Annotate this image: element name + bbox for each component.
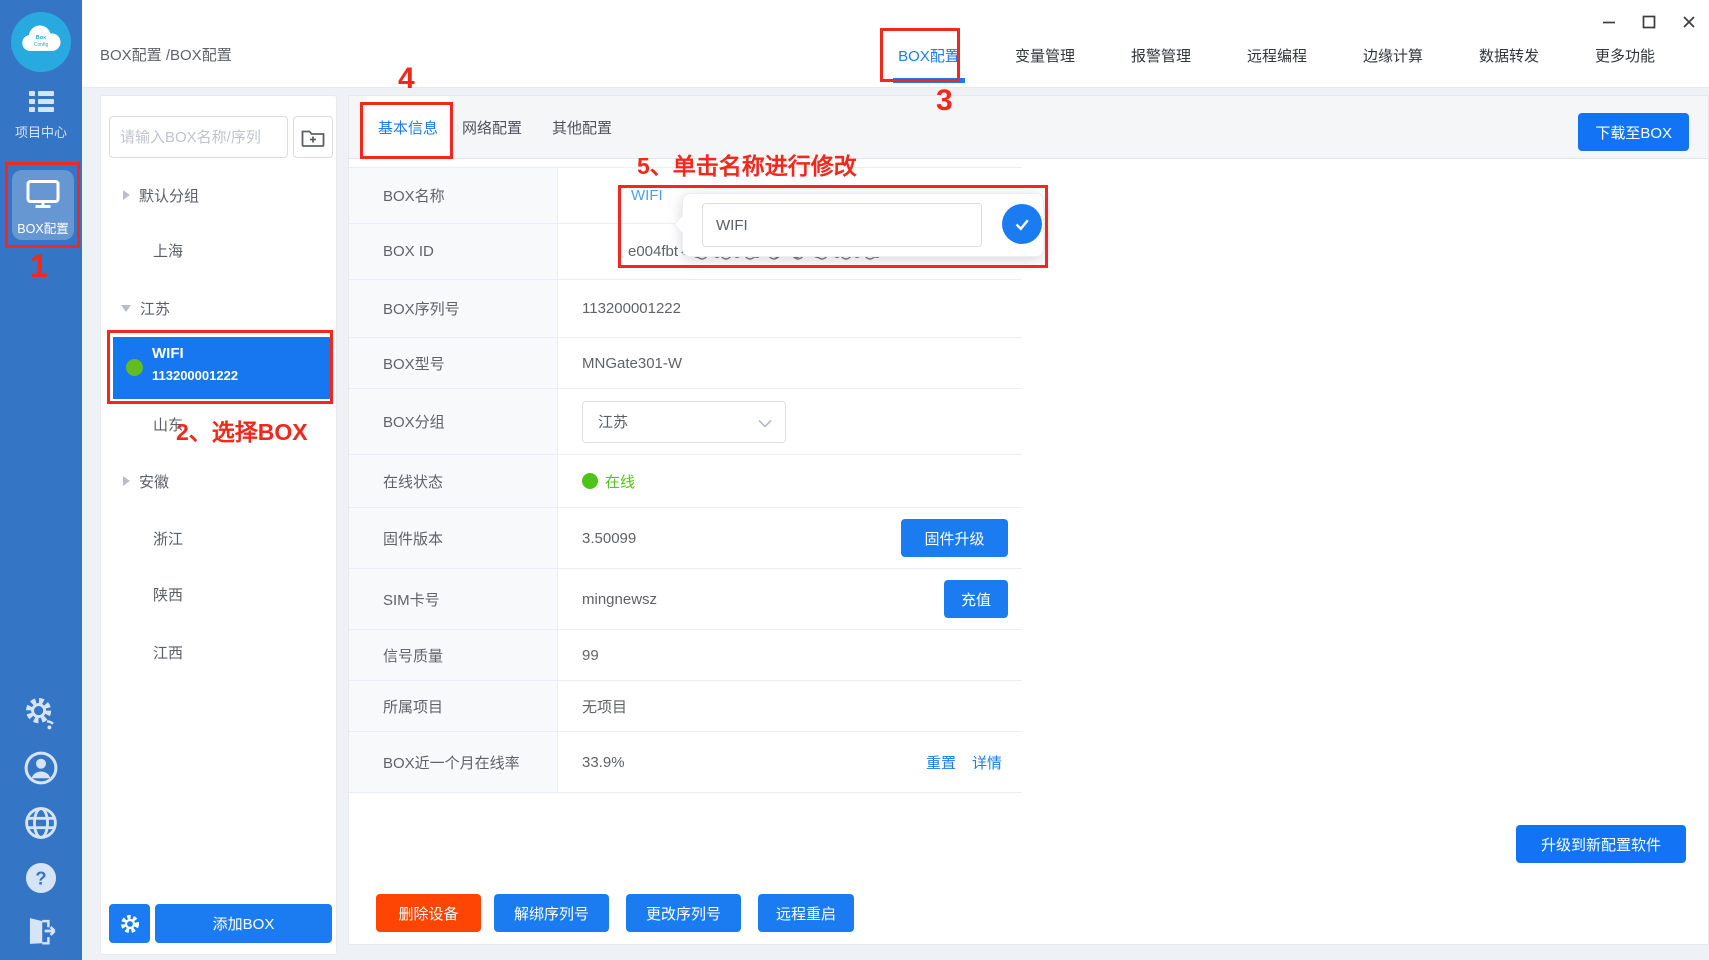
chevron-down-icon — [758, 419, 772, 428]
nav-remote-programming[interactable]: 远程编程 — [1247, 40, 1307, 70]
nav-box-config[interactable]: BOX配置 — [899, 40, 959, 70]
nav-variable-mgmt[interactable]: 变量管理 — [1015, 40, 1075, 70]
device-panel: 默认分组 上海 江苏 WIFI 113200001222 山东 安徽 浙江 陕西… — [100, 95, 337, 955]
header: BOX配置 /BOX配置 BOX配置 变量管理 报警管理 远程编程 边缘计算 数… — [82, 0, 1709, 88]
online-dot-icon — [126, 359, 143, 376]
help-icon[interactable]: ? — [24, 861, 58, 895]
tab-basic-info[interactable]: 基本信息 — [367, 96, 449, 158]
account-icon[interactable] — [24, 751, 58, 785]
chevron-down-icon[interactable] — [121, 305, 131, 312]
tree-group-jiangsu[interactable]: 江苏 — [101, 298, 336, 318]
svg-text:Config: Config — [34, 42, 49, 48]
form-row-sim: SIM卡号 mingnewsz 充值 — [349, 569, 1022, 630]
box-group-select[interactable]: 江苏 — [582, 401, 786, 443]
window-controls — [1589, 8, 1709, 36]
folder-plus-icon — [301, 127, 325, 147]
tree-group-jiangxi[interactable]: 江西 — [101, 642, 336, 662]
unbind-serial-button[interactable]: 解绑序列号 — [494, 894, 609, 932]
tree-group-shanghai[interactable]: 上海 — [101, 240, 336, 260]
add-box-button[interactable]: 添加BOX — [155, 904, 332, 943]
breadcrumb: BOX配置 /BOX配置 — [100, 44, 232, 65]
remote-reboot-button[interactable]: 远程重启 — [758, 894, 854, 932]
recharge-button[interactable]: 充值 — [944, 580, 1008, 618]
details-link[interactable]: 详情 — [972, 752, 1002, 773]
sidebar-item-label: 项目中心 — [0, 122, 82, 141]
delete-device-button[interactable]: 删除设备 — [376, 894, 481, 932]
tab-network-config[interactable]: 网络配置 — [452, 96, 532, 158]
svg-text:?: ? — [35, 868, 46, 889]
form-row-model: BOX型号 MNGate301-W — [349, 338, 1022, 389]
form-row-online-status: 在线状态 在线 — [349, 455, 1022, 508]
main-panel: 基本信息 网络配置 其他配置 下载至BOX BOX名称 WIFI BOX ID — [348, 95, 1709, 945]
top-nav: BOX配置 变量管理 报警管理 远程编程 边缘计算 数据转发 更多功能 — [899, 40, 1655, 70]
tree-group-shandong[interactable]: 山东 — [101, 414, 336, 434]
online-rate-actions: 重置 详情 — [926, 752, 1002, 773]
upgrade-new-software-button[interactable]: 升级到新配置软件 — [1516, 825, 1686, 863]
form-row-serial: BOX序列号 113200001222 — [349, 280, 1022, 338]
device-serial: 113200001222 — [152, 368, 238, 383]
online-status-dot-icon — [582, 473, 598, 489]
box-config-app: Box Config 项目中心 — [0, 0, 1709, 960]
name-edit-input[interactable] — [702, 203, 982, 247]
form-row-signal: 信号质量 99 — [349, 630, 1022, 681]
device-name: WIFI — [152, 345, 184, 362]
settings-wifi-icon[interactable] — [23, 695, 59, 731]
tree-group-default[interactable]: 默认分组 — [101, 185, 336, 205]
form-row-project: 所属项目 无项目 — [349, 681, 1022, 732]
language-globe-icon[interactable] — [24, 806, 58, 840]
tree-device-wifi-selected[interactable]: WIFI 113200001222 — [113, 337, 331, 399]
panel-settings-button[interactable] — [109, 904, 150, 943]
close-button[interactable] — [1669, 8, 1709, 36]
search-input[interactable] — [109, 116, 288, 158]
sidebar-item-label: BOX配置 — [12, 218, 74, 237]
tab-bar: 基本信息 网络配置 其他配置 — [349, 96, 1708, 159]
chevron-right-icon[interactable] — [123, 190, 130, 200]
reset-link[interactable]: 重置 — [926, 752, 956, 773]
confirm-name-button[interactable] — [1002, 204, 1042, 244]
sidebar-item-project-center[interactable]: 项目中心 — [0, 90, 82, 141]
logout-icon[interactable] — [25, 915, 57, 947]
nav-edge-computing[interactable]: 边缘计算 — [1363, 40, 1423, 70]
maximize-button[interactable] — [1629, 8, 1669, 36]
basic-info-table: BOX名称 WIFI BOX ID e004fbt — [349, 167, 1022, 793]
minimize-button[interactable] — [1589, 8, 1629, 36]
nav-alarm-mgmt[interactable]: 报警管理 — [1131, 40, 1191, 70]
tree-group-anhui[interactable]: 安徽 — [101, 471, 336, 491]
tree-group-shaanxi[interactable]: 陕西 — [101, 584, 336, 604]
box-id-value: e004fbt — [628, 243, 678, 260]
sidebar: Box Config 项目中心 — [0, 0, 82, 960]
name-edit-popup — [682, 193, 1044, 257]
grid-list-icon — [28, 101, 55, 116]
svg-text:Box: Box — [36, 35, 47, 41]
sidebar-item-box-config[interactable]: BOX配置 — [12, 170, 74, 240]
cloud-logo-icon: Box Config — [19, 24, 63, 61]
check-icon — [1012, 214, 1032, 234]
tab-other-config[interactable]: 其他配置 — [542, 96, 622, 158]
change-serial-button[interactable]: 更改序列号 — [626, 894, 741, 932]
form-row-group: BOX分组 江苏 — [349, 389, 1022, 455]
app-logo[interactable]: Box Config — [11, 12, 71, 72]
form-row-firmware: 固件版本 3.50099 固件升级 — [349, 508, 1022, 569]
chevron-right-icon[interactable] — [123, 476, 130, 486]
add-group-button[interactable] — [293, 116, 333, 158]
firmware-upgrade-button[interactable]: 固件升级 — [901, 519, 1008, 557]
box-name-link[interactable]: WIFI — [631, 187, 663, 204]
nav-more-features[interactable]: 更多功能 — [1595, 40, 1655, 70]
gear-icon — [118, 912, 142, 936]
form-row-online-rate: BOX近一个月在线率 33.9% 重置 详情 — [349, 732, 1022, 793]
online-status-text: 在线 — [605, 471, 635, 492]
nav-data-forwarding[interactable]: 数据转发 — [1479, 40, 1539, 70]
tree-group-zhejiang[interactable]: 浙江 — [101, 528, 336, 548]
monitor-icon — [25, 179, 61, 209]
download-to-box-button[interactable]: 下载至BOX — [1578, 113, 1689, 151]
active-nav-underline — [893, 78, 965, 83]
